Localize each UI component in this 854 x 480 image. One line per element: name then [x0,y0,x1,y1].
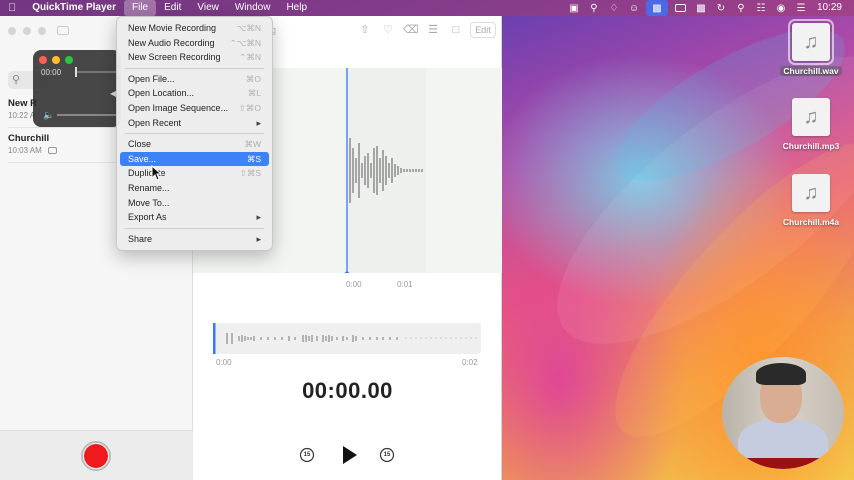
desktop-file-wav[interactable]: ♫ Churchill.wav [776,19,846,77]
qt-time-display: 00:00 [41,68,62,77]
file-name: Churchill.wav [780,66,842,76]
menu-file[interactable]: File [124,0,157,16]
skip-back-label: 15 [303,452,311,458]
menu-item-new-movie-recording[interactable]: New Movie Recording ⌥⌘N [120,21,269,36]
menu-item-open-image-sequence[interactable]: Open Image Sequence... ⇧⌘O [120,101,269,116]
menu-item-duplicate[interactable]: Duplicate ⇧⌘S [120,166,269,181]
submenu-arrow-icon: ▸ [256,233,261,244]
pin-icon[interactable]: ⚲ [584,0,604,16]
file-menu-dropdown: New Movie Recording ⌥⌘N New Audio Recordi… [116,16,273,251]
qt-progress-track[interactable] [75,71,119,73]
menu-item-new-screen-recording[interactable]: New Screen Recording ⌃⌘N [120,50,269,65]
menu-item-move-to[interactable]: Move To... [120,196,269,211]
skip-forward-15-button[interactable]: 15 [378,446,396,464]
siri-icon[interactable]: ◉ [771,0,791,16]
recording-time: 10:22 A [8,111,36,120]
qt-volume-slider[interactable] [57,114,119,116]
menu-item-close[interactable]: Close ⌘W [120,137,269,152]
layers-icon[interactable]: ♢ [604,0,624,16]
menu-item-open-file[interactable]: Open File... ⌘O [120,72,269,87]
menu-bar:  QuickTime Player File Edit View Window… [0,0,854,16]
zoom-window-icon[interactable] [38,27,46,35]
share-icon[interactable]: ⇧ [358,23,372,37]
qt-progress-thumb[interactable] [75,67,77,77]
record-button[interactable] [81,441,111,471]
mouse-cursor-icon [151,165,163,181]
submenu-arrow-icon: ▸ [256,117,261,128]
webcam-overlay [722,357,844,469]
search-icon[interactable]: ⚲ [731,0,751,16]
menu-item-save[interactable]: Save... ⌘S [120,151,269,167]
skip-forward-label: 15 [383,452,391,458]
screen-share-icon[interactable]: ▩ [645,0,668,16]
menu-item-export-as[interactable]: Export As ▸ [120,210,269,225]
submenu-arrow-icon: ▸ [256,212,261,223]
play-icon [343,446,357,464]
favorite-icon[interactable]: ♡ [381,23,395,37]
qt-zoom-icon[interactable] [65,56,73,64]
apple-menu-icon[interactable]:  [0,0,24,16]
file-name: Churchill.m4a [782,217,840,227]
menu-separator [125,227,264,229]
file-name: Churchill.mp3 [782,141,840,151]
display-icon[interactable] [674,4,686,12]
menu-edit[interactable]: Edit [156,0,189,16]
close-window-icon[interactable] [8,27,16,35]
overview-end-label: 0:02 [462,358,478,367]
menu-item-rename[interactable]: Rename... [120,181,269,196]
overview-start-label: 0:00 [216,358,232,367]
recording-time: 10:03 AM [8,146,42,155]
menu-item-new-audio-recording[interactable]: New Audio Recording ⌃⌥⌘N [120,36,269,51]
control-center-icon[interactable]: ☷ [751,0,771,16]
camera-icon[interactable]: ▩ [691,0,711,16]
wave-tick-label: 0:00 [346,280,362,289]
record-strip [0,430,193,480]
qt-close-icon[interactable] [39,56,47,64]
sidebar-toggle-icon[interactable] [57,26,69,35]
menubar-clock[interactable]: 10:29 [811,0,854,16]
app-menu[interactable]: QuickTime Player [24,0,124,16]
playback-timer: 00:00.00 [302,378,393,403]
overview-scrubber[interactable] [213,323,481,354]
quicktime-recording-window: 00:00 ◀ 🔈 [33,50,121,127]
skip-back-15-button[interactable]: 15 [298,446,316,464]
account-icon[interactable]: ☺ [624,0,644,16]
menu-view[interactable]: View [189,0,227,16]
desktop-file-m4a[interactable]: ♫ Churchill.m4a [776,174,846,227]
wave-tick-label: 0:01 [397,280,413,289]
menu-item-share[interactable]: Share ▸ [120,232,269,247]
menu-item-open-location[interactable]: Open Location... ⌘L [120,86,269,101]
transcript-icon[interactable]: □ [449,23,463,37]
list-icon[interactable]: ☰ [426,23,440,37]
overview-waveform [213,323,478,354]
menu-window[interactable]: Window [227,0,279,16]
play-button[interactable] [338,444,360,466]
time-machine-icon[interactable]: ↻ [711,0,731,16]
transcript-icon [47,147,57,154]
toolbox-icon[interactable]: ▣ [564,0,584,16]
speaker-icon: 🔈 [43,110,55,120]
search-icon: ⚲ [12,74,21,86]
minimize-window-icon[interactable] [23,27,31,35]
music-note-icon: ♫ [792,174,830,212]
menu-separator [125,133,264,135]
qt-minimize-icon[interactable] [52,56,60,64]
notification-icon[interactable]: ☰ [791,0,811,16]
menu-separator [125,67,264,69]
edit-button[interactable]: Edit [470,22,496,38]
menu-item-open-recent[interactable]: Open Recent ▸ [120,116,269,131]
menu-help[interactable]: Help [278,0,315,16]
music-note-icon: ♫ [788,19,834,65]
trash-icon[interactable]: ⌫ [403,23,419,37]
music-note-icon: ♫ [792,98,830,136]
desktop-file-mp3[interactable]: ♫ Churchill.mp3 [776,98,846,151]
